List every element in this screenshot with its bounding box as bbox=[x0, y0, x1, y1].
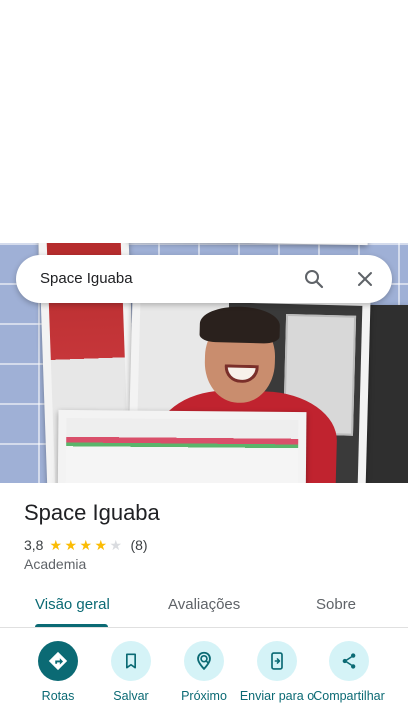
close-icon[interactable] bbox=[353, 267, 377, 291]
directions-button[interactable]: Rotas bbox=[18, 641, 98, 704]
nearby-button[interactable]: Próximo bbox=[164, 641, 244, 704]
star-icon: ★ bbox=[79, 537, 93, 553]
review-count: (8) bbox=[130, 537, 148, 553]
directions-label: Rotas bbox=[41, 689, 75, 703]
star-icon: ★ bbox=[64, 537, 78, 553]
nearby-label: Próximo bbox=[181, 689, 227, 703]
active-tab-indicator bbox=[35, 624, 108, 627]
search-input[interactable]: Space Iguaba bbox=[40, 270, 133, 287]
star-icon: ★ bbox=[94, 537, 108, 553]
send-to-phone-button[interactable]: Enviar para o bbox=[237, 641, 317, 704]
person-hair bbox=[199, 305, 281, 344]
share-button[interactable]: Compartilhar bbox=[309, 641, 389, 704]
share-icon bbox=[329, 641, 369, 681]
place-page: Space Iguaba Space Iguaba 3,8 ★ ★ ★ ★ ★ … bbox=[0, 0, 408, 726]
star-icon: ★ bbox=[49, 537, 63, 553]
photo-frame bbox=[57, 409, 307, 483]
save-label: Salvar bbox=[113, 689, 149, 703]
save-button[interactable]: Salvar bbox=[91, 641, 171, 704]
nearby-icon bbox=[184, 641, 224, 681]
tab-overview[interactable]: Visão geral bbox=[35, 596, 110, 613]
rating-row[interactable]: 3,8 ★ ★ ★ ★ ★ (8) bbox=[24, 537, 148, 553]
share-label: Compartilhar bbox=[313, 689, 385, 703]
search-icon[interactable] bbox=[302, 267, 326, 291]
directions-icon bbox=[38, 641, 78, 681]
bookmark-icon bbox=[111, 641, 151, 681]
tab-about[interactable]: Sobre bbox=[316, 596, 356, 613]
map-area[interactable] bbox=[0, 0, 408, 243]
tab-bar: Visão geral Avaliações Sobre bbox=[0, 586, 408, 628]
place-title: Space Iguaba bbox=[24, 500, 160, 525]
search-bar[interactable]: Space Iguaba bbox=[16, 255, 392, 303]
star-icon: ★ bbox=[109, 537, 123, 553]
send-to-phone-label: Enviar para o bbox=[239, 689, 315, 703]
place-category: Academia bbox=[24, 556, 87, 572]
rating-value: 3,8 bbox=[24, 537, 44, 553]
photo-frame bbox=[127, 243, 369, 246]
send-to-phone-icon bbox=[257, 641, 297, 681]
star-rating: ★ ★ ★ ★ ★ bbox=[49, 538, 124, 552]
tab-reviews[interactable]: Avaliações bbox=[168, 596, 240, 613]
